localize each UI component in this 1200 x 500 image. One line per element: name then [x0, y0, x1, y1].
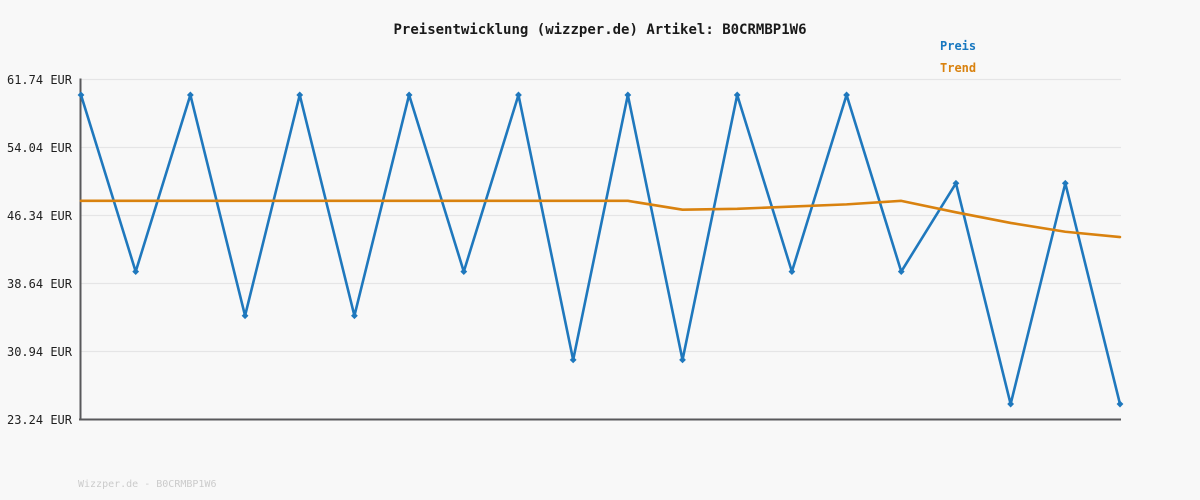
y-tick-label: 61.74 EUR — [0, 72, 72, 88]
y-tick-label: 38.64 EUR — [0, 276, 72, 292]
data-point-marker — [843, 92, 850, 99]
data-point-marker — [515, 92, 522, 99]
data-point-marker — [679, 356, 686, 363]
data-point-marker — [1117, 401, 1124, 408]
data-point-marker — [406, 92, 413, 99]
data-point-marker — [1007, 401, 1014, 408]
y-tick-label: 46.34 EUR — [0, 208, 72, 224]
data-point-marker — [734, 92, 741, 99]
data-point-marker — [78, 92, 85, 99]
data-point-marker — [624, 92, 631, 99]
data-point-marker — [296, 92, 303, 99]
data-point-marker — [351, 312, 358, 319]
y-tick-label: 23.24 EUR — [0, 412, 72, 428]
data-point-marker — [1062, 180, 1069, 187]
data-point-marker — [187, 92, 194, 99]
series-preis-line — [81, 95, 1120, 404]
y-axis-labels: 61.74 EUR 54.04 EUR 46.34 EUR 38.64 EUR 30.9… — [0, 0, 72, 500]
y-tick-label: 54.04 EUR — [0, 140, 72, 156]
data-point-marker — [242, 312, 249, 319]
data-point-marker — [132, 268, 139, 275]
y-tick-label: 30.94 EUR — [0, 344, 72, 360]
data-point-marker — [460, 268, 467, 275]
price-chart-svg — [0, 0, 1200, 500]
watermark-text: Wizzper.de - B0CRMBP1W6 — [78, 478, 216, 492]
data-point-marker — [788, 268, 795, 275]
data-point-marker — [570, 356, 577, 363]
chart-canvas: Preisentwicklung (wizzper.de) Artikel: B… — [0, 0, 1200, 500]
